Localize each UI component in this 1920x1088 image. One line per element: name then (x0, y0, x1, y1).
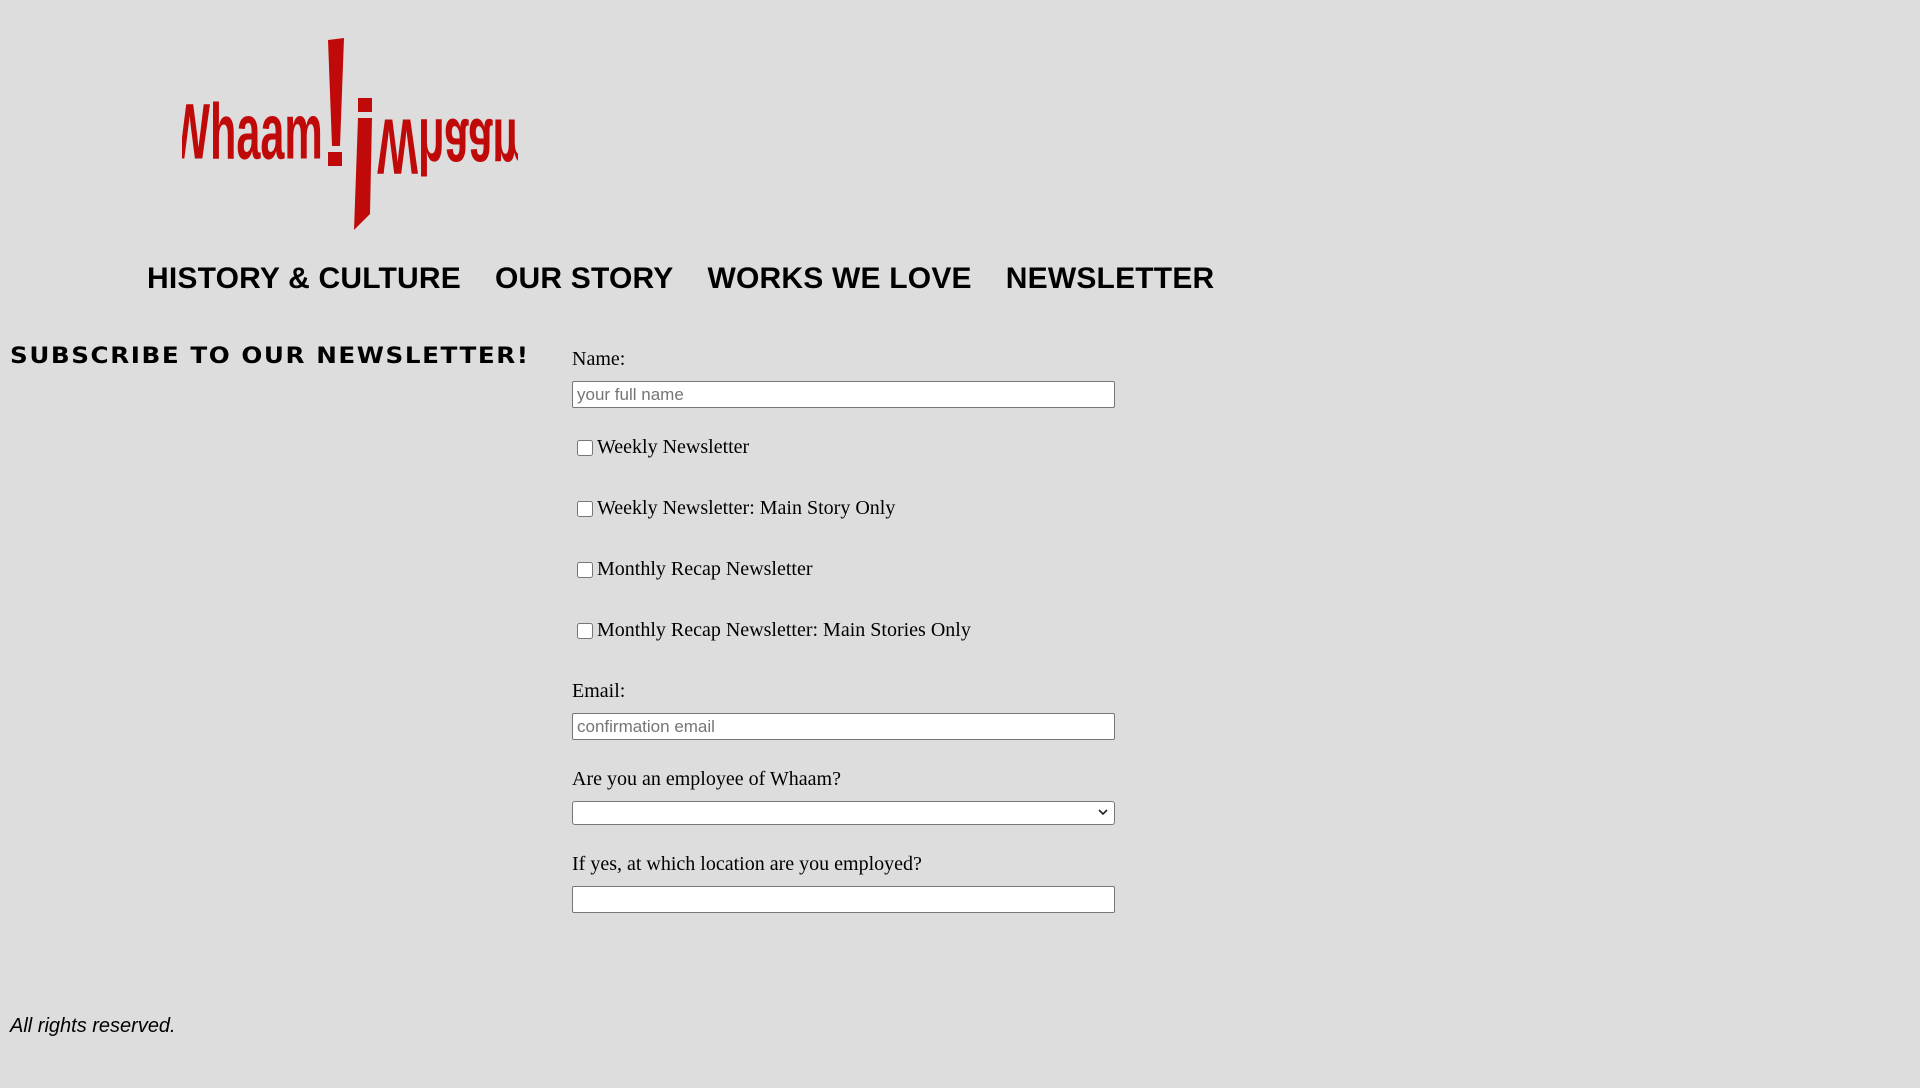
weekly-newsletter-checkbox[interactable] (577, 439, 593, 456)
logo-exclamation (328, 38, 372, 230)
monthly-main-stories-checkbox[interactable] (577, 622, 593, 639)
logo-text-right: Whaam (377, 102, 518, 191)
weekly-main-story-checkbox[interactable] (577, 500, 593, 517)
employee-select[interactable] (572, 801, 1115, 825)
monthly-recap-checkbox[interactable] (577, 561, 593, 578)
location-input[interactable] (572, 886, 1115, 913)
logo-text-left: Whaam (182, 86, 323, 175)
nav-newsletter[interactable]: NEWSLETTER (1006, 262, 1215, 296)
nav-history-culture[interactable]: HISTORY & CULTURE (147, 262, 461, 296)
whaam-logo[interactable]: Whaam Whaam (182, 34, 518, 232)
option-monthly-main-stories[interactable]: Monthly Recap Newsletter: Main Stories O… (577, 619, 971, 642)
chevron-down-icon (1098, 809, 1108, 816)
logo-exclamation-bar (328, 38, 344, 146)
location-label: If yes, at which location are you employ… (572, 853, 922, 875)
logo-mark: Whaam Whaam (182, 38, 518, 230)
option-label: Monthly Recap Newsletter (597, 558, 813, 580)
option-label: Weekly Newsletter (597, 436, 750, 458)
option-weekly-newsletter[interactable]: Weekly Newsletter (577, 436, 749, 459)
option-label: Monthly Recap Newsletter: Main Stories O… (597, 619, 971, 641)
footer-copyright: All rights reserved. (10, 1015, 176, 1037)
option-label: Weekly Newsletter: Main Story Only (597, 497, 896, 519)
name-input[interactable] (572, 381, 1115, 408)
logo-inverted-bar (354, 118, 372, 230)
logo-exclamation-dot (328, 152, 342, 166)
email-label: Email: (572, 680, 626, 702)
name-label: Name: (572, 348, 626, 370)
logo-text: Whaam (377, 102, 518, 191)
nav-our-story[interactable]: OUR STORY (495, 262, 674, 296)
logo-inverted-dot (358, 98, 372, 112)
option-monthly-recap[interactable]: Monthly Recap Newsletter (577, 558, 813, 581)
nav-works-we-love[interactable]: WORKS WE LOVE (707, 262, 971, 296)
option-weekly-main-story[interactable]: Weekly Newsletter: Main Story Only (577, 497, 895, 520)
logo-text: Whaam (182, 86, 323, 175)
subscribe-heading: SUBSCRIBE TO OUR NEWSLETTER! (10, 344, 530, 369)
employee-label: Are you an employee of Whaam? (572, 768, 841, 790)
main-nav: HISTORY & CULTURE OUR STORY WORKS WE LOV… (147, 262, 1214, 296)
email-input[interactable] (572, 713, 1115, 740)
